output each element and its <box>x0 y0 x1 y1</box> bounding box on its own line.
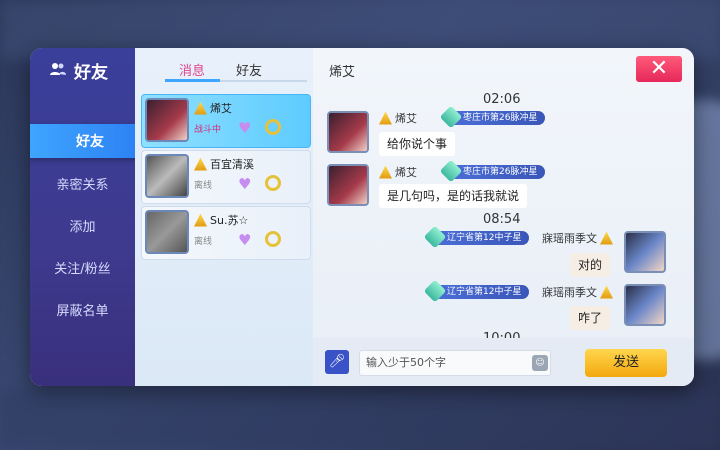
message-bubble: 给你说个事 <box>379 132 456 156</box>
background-shape <box>0 390 720 450</box>
tab-friends[interactable]: 好友 <box>236 60 262 79</box>
message-bubble: 是几句吗，是的话我就说 <box>379 184 528 208</box>
rank-icon <box>194 101 207 115</box>
message-bubble: 对的 <box>570 253 611 277</box>
chat-input[interactable]: 输入少于50个字 <box>359 350 551 376</box>
chat-input-bar: 🎤︎ 输入少于50个字 ☺ 发送 <box>313 338 694 386</box>
contact-status: 离线 <box>194 237 213 247</box>
panel-title: 好友 <box>50 58 108 83</box>
sender-name: 寐瑶雨季文 <box>542 230 613 246</box>
timestamp: 08:54 <box>483 212 521 227</box>
sidebar-item-intimacy[interactable]: 亲密关系 <box>30 166 135 200</box>
sender-name: 烯艾 <box>379 110 417 126</box>
rank-icon <box>600 285 613 299</box>
title-badge: 辽宁省第12中子星 <box>431 231 530 245</box>
sidebar-item-follow[interactable]: 关注/粉丝 <box>30 250 135 284</box>
contact-card[interactable]: 百宜清溪 离线 ♥ <box>141 150 311 204</box>
contact-card[interactable]: 烯艾 战斗中 ♥ <box>141 94 311 148</box>
close-icon: ✕ <box>649 56 669 81</box>
timestamp: 02:06 <box>483 92 521 107</box>
avatar <box>327 111 369 153</box>
message-bubble: 咋了 <box>570 306 611 330</box>
contact-card[interactable]: Su.苏☆ 离线 ♥ <box>141 206 311 260</box>
emoji-icon: ☺ <box>535 358 545 368</box>
rank-icon <box>194 213 207 227</box>
friends-icon <box>50 61 66 81</box>
contact-name: 百宜清溪 <box>194 156 254 172</box>
title-badge: 枣庄市第26脉冲星 <box>447 111 546 125</box>
avatar <box>145 154 189 198</box>
tab-active-indicator <box>165 79 220 82</box>
view-profile-icon[interactable] <box>265 175 281 191</box>
rank-icon <box>379 111 392 125</box>
chat-area: 烯艾 ✕ 02:06 烯艾 枣庄市第26脉冲星 给你说个事 烯艾 枣庄市第26脉… <box>313 48 694 386</box>
rank-icon <box>194 157 207 171</box>
contact-status: 离线 <box>194 181 213 191</box>
avatar <box>624 284 666 326</box>
heart-icon[interactable]: ♥ <box>238 231 251 249</box>
avatar <box>145 210 189 254</box>
contact-name: Su.苏☆ <box>194 212 248 228</box>
microphone-icon: 🎤︎ <box>328 354 346 369</box>
sidebar-item-blocked[interactable]: 屏蔽名单 <box>30 292 135 326</box>
view-profile-icon[interactable] <box>265 231 281 247</box>
chat-title: 烯艾 <box>329 65 356 80</box>
title-badge: 辽宁省第12中子星 <box>431 285 530 299</box>
voice-button[interactable]: 🎤︎ <box>325 350 349 374</box>
view-profile-icon[interactable] <box>265 119 281 135</box>
sender-name: 烯艾 <box>379 164 417 180</box>
heart-icon[interactable]: ♥ <box>238 175 251 193</box>
friends-panel: 好友 好友 亲密关系 添加 关注/粉丝 屏蔽名单 消息 好友 烯艾 战斗中 ♥ … <box>30 48 694 386</box>
heart-icon[interactable]: ♥ <box>238 119 251 137</box>
avatar <box>327 164 369 206</box>
avatar <box>145 98 189 142</box>
panel-title-text: 好友 <box>74 63 108 83</box>
avatar <box>624 231 666 273</box>
contact-status: 战斗中 <box>194 125 222 135</box>
emoji-button[interactable]: ☺ <box>532 355 548 371</box>
rank-icon <box>379 165 392 179</box>
close-button[interactable]: ✕ <box>636 56 682 82</box>
title-badge: 枣庄市第26脉冲星 <box>447 165 546 179</box>
send-button[interactable]: 发送 <box>585 349 667 377</box>
sender-name: 寐瑶雨季文 <box>542 284 613 300</box>
contacts-column: 消息 好友 烯艾 战斗中 ♥ 百宜清溪 离线 ♥ Su.苏☆ 离线 ♥ <box>135 48 313 386</box>
sidebar: 好友 好友 亲密关系 添加 关注/粉丝 屏蔽名单 <box>30 48 154 386</box>
sidebar-item-add[interactable]: 添加 <box>30 208 135 242</box>
rank-icon <box>600 231 613 245</box>
tab-messages[interactable]: 消息 <box>179 60 205 79</box>
contact-name: 烯艾 <box>194 100 232 116</box>
